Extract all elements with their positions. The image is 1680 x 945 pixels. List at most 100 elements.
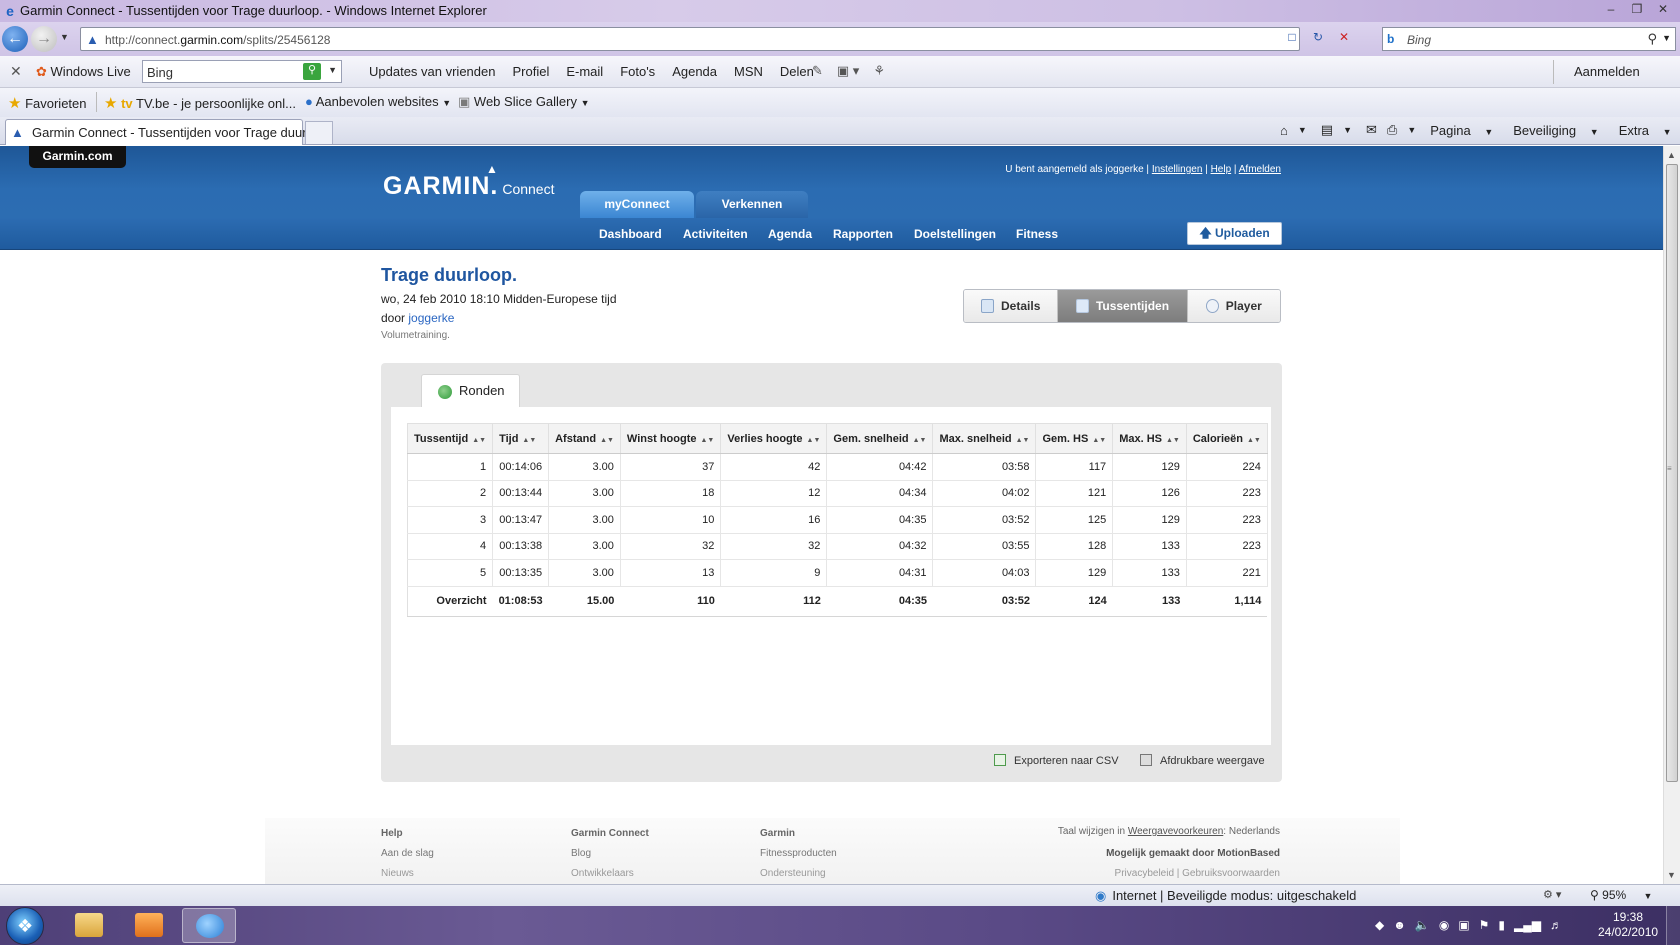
column-header[interactable]: Winst hoogte ▲▼ [620,423,722,454]
taskbar-explorer[interactable] [62,908,116,943]
search-icon[interactable]: ⚲ [1647,31,1657,47]
favorite-suggested-sites[interactable]: ● Aanbevolen websites ▼ [305,94,451,109]
nav-fitness[interactable]: Fitness [1016,227,1058,241]
minimize-button[interactable]: – [1598,0,1624,18]
footer-link-news[interactable]: Nieuws [381,868,414,879]
toolbar-window-icon[interactable]: ▣ ▾ [837,63,859,79]
live-link-calendar[interactable]: Agenda [672,64,717,79]
upload-button[interactable]: 🡅 Uploaden [1187,222,1282,245]
refresh-icon[interactable]: ↻ [1308,27,1328,47]
splits-button[interactable]: Tussentijden [1058,290,1188,322]
logout-link[interactable]: Afmelden [1239,164,1281,175]
address-bar[interactable]: ▲ http://connect.garmin.com/splits/25456… [80,27,1300,51]
recent-pages-dropdown[interactable]: ▼ [60,32,69,42]
column-header[interactable]: Verlies hoogte ▲▼ [720,423,828,454]
mail-icon[interactable]: ✉ [1366,122,1377,138]
motionbased-credit[interactable]: Mogelijk gemaakt door MotionBased [1106,848,1280,859]
export-csv-link[interactable]: Exporteren naar CSV [994,754,1119,767]
display-icon[interactable]: ▣ [1458,918,1469,932]
compatibility-icon[interactable]: □ [1282,27,1302,47]
print-icon[interactable]: ⎙ [1387,122,1397,138]
security-zone[interactable]: ◉ Internet | Beveiligde modus: uitgeschak… [1095,888,1356,904]
live-link-email[interactable]: E-mail [566,64,603,79]
live-search-field[interactable]: Bing ⚲ ▼ [142,60,342,83]
action-center-icon[interactable]: ⚑ [1479,918,1490,932]
search-box[interactable]: b Bing ⚲ ▼ [1382,27,1676,51]
close-window-button[interactable]: ✕ [1650,0,1676,18]
share-icon[interactable]: ✎ [812,63,823,79]
live-link-updates[interactable]: Updates van vrienden [369,64,495,79]
taskbar-media-player[interactable] [122,908,176,943]
forward-button[interactable]: → [31,26,57,52]
live-search-icon[interactable]: ⚲ [303,63,321,80]
nav-activities[interactable]: Activiteiten [683,227,748,241]
browser-tab[interactable]: ▲ Garmin Connect - Tussentijden voor Tra… [5,119,320,145]
scroll-down-icon[interactable]: ▼ [1667,870,1676,880]
details-button[interactable]: Details [964,290,1059,322]
tab-myconnect[interactable]: myConnect [580,191,694,218]
preferences-link[interactable]: Weergavevoorkeuren [1128,826,1223,837]
live-search-dropdown-icon[interactable]: ▼ [328,65,337,75]
settings-link[interactable]: Instellingen [1152,164,1203,175]
footer-link-getting-started[interactable]: Aan de slag [381,848,434,859]
scroll-thumb[interactable] [1666,164,1678,782]
system-clock[interactable]: 19:38 24/02/2010 [1598,910,1658,940]
live-link-photos[interactable]: Foto's [620,64,655,79]
power-icon[interactable]: ▮ [1498,918,1505,932]
close-toolbar-icon[interactable]: ✕ [10,63,22,80]
column-header[interactable]: Afstand ▲▼ [548,423,621,454]
nvidia-icon[interactable]: ◆ [1375,918,1384,932]
tab-explore[interactable]: Verkennen [696,191,808,218]
scroll-up-icon[interactable]: ▲ [1667,150,1676,160]
home-icon[interactable]: ⌂ [1280,123,1288,138]
restore-button[interactable]: ❐ [1624,0,1650,18]
player-button[interactable]: Player [1187,290,1280,322]
live-link-share[interactable]: Delen [780,64,814,79]
footer-link-blog[interactable]: Blog [571,848,591,859]
live-link-msn[interactable]: MSN [734,64,763,79]
signin-button[interactable]: Aanmelden [1574,64,1640,79]
nav-reports[interactable]: Rapporten [833,227,893,241]
nav-goals[interactable]: Doelstellingen [914,227,996,241]
vertical-scrollbar[interactable]: ▲ ≡ ▼ [1663,146,1680,884]
back-button[interactable]: ← [2,26,28,52]
column-header[interactable]: Gem. HS ▲▼ [1035,423,1114,454]
start-button[interactable]: ❖ [6,907,44,945]
live-link-profile[interactable]: Profiel [512,64,549,79]
home-dropdown-icon[interactable]: ▼ [1298,125,1307,135]
favorite-tvbe[interactable]: ★ tv TV.be - je persoonlijke onl... [104,94,296,112]
favorite-web-slice[interactable]: ▣ Web Slice Gallery ▼ [458,94,590,110]
nav-calendar[interactable]: Agenda [768,227,812,241]
privacy-links[interactable]: Privacybeleid | Gebruiksvoorwaarden [1115,868,1280,879]
footer-link-support[interactable]: Ondersteuning [760,868,826,879]
tools-menu[interactable]: Extra ▼ [1619,123,1680,138]
favorites-button[interactable]: ★ Favorieten [8,94,87,112]
printable-view-link[interactable]: Afdrukbare weergave [1140,754,1265,767]
print-dropdown-icon[interactable]: ▼ [1407,125,1416,135]
column-header[interactable]: Max. HS ▲▼ [1112,423,1187,454]
search-input[interactable]: Bing [1407,33,1431,47]
live-search-value[interactable]: Bing [147,65,173,80]
feeds-dropdown-icon[interactable]: ▼ [1343,125,1352,135]
speaker-icon[interactable]: ♬ [1550,918,1562,932]
help-link[interactable]: Help [1211,164,1232,175]
search-dropdown-icon[interactable]: ▼ [1662,33,1671,43]
column-header[interactable]: Tussentijd ▲▼ [407,423,494,454]
garmin-home-link[interactable]: Garmin.com [29,146,126,168]
show-desktop-button[interactable] [1666,906,1680,945]
new-tab-button[interactable] [305,121,333,144]
zoom-level[interactable]: ⚲ 95% ▼ [1590,888,1652,902]
network-icon[interactable]: ▂▄▆ [1514,918,1541,932]
stop-icon[interactable]: ✕ [1334,27,1354,47]
column-header[interactable]: Calorieën ▲▼ [1186,423,1268,454]
page-menu[interactable]: Pagina ▼ [1430,123,1503,138]
footer-link-fitness-products[interactable]: Fitnessproducten [760,848,837,859]
popup-blocker-icon[interactable]: ⚙ ▾ [1543,888,1561,901]
column-header[interactable]: Tijd ▲▼ [492,423,550,454]
address-url[interactable]: http://connect.garmin.com/splits/2545612… [105,33,330,47]
taskbar-internet-explorer[interactable] [182,908,236,943]
tab-laps[interactable]: Ronden [421,374,520,408]
windows-live-button[interactable]: ✿ Windows Live [36,64,131,80]
column-header[interactable]: Max. snelheid ▲▼ [932,423,1037,454]
messenger-icon[interactable]: ☻ [1393,918,1406,932]
